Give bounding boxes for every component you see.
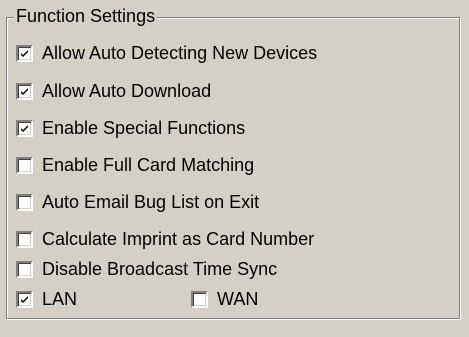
checkbox[interactable] bbox=[16, 82, 33, 100]
checkbox[interactable] bbox=[16, 119, 33, 137]
option-label: Auto Email Bug List on Exit bbox=[42, 192, 260, 212]
checkmark-icon bbox=[21, 124, 28, 132]
checkmark-icon bbox=[21, 295, 28, 303]
option-disable-broadcast-time-sync[interactable]: Disable Broadcast Time Sync bbox=[16, 257, 277, 281]
option-allow-auto-download[interactable]: Allow Auto Download bbox=[16, 79, 211, 103]
checkbox[interactable] bbox=[16, 44, 33, 62]
wan-checkbox[interactable] bbox=[191, 290, 208, 308]
option-enable-special-functions[interactable]: Enable Special Functions bbox=[16, 116, 245, 140]
option-calculate-imprint-as-card-number[interactable]: Calculate Imprint as Card Number bbox=[16, 227, 314, 251]
option-label: Disable Broadcast Time Sync bbox=[42, 259, 278, 279]
option-allow-auto-detecting-new-devices[interactable]: Allow Auto Detecting New Devices bbox=[16, 41, 317, 65]
option-wan[interactable]: WAN bbox=[191, 287, 258, 311]
option-label: Enable Special Functions bbox=[42, 118, 246, 138]
checkmark-icon bbox=[21, 87, 28, 95]
option-label: Calculate Imprint as Card Number bbox=[42, 229, 315, 249]
checkbox[interactable] bbox=[16, 193, 33, 211]
option-enable-full-card-matching[interactable]: Enable Full Card Matching bbox=[16, 153, 254, 177]
function-settings-panel: Function Settings Allow Auto Detecting N… bbox=[0, 0, 469, 337]
lan-label: LAN bbox=[42, 289, 78, 309]
wan-label: WAN bbox=[217, 289, 259, 309]
checkbox[interactable] bbox=[16, 260, 33, 278]
checkbox[interactable] bbox=[16, 156, 33, 174]
option-label: Allow Auto Detecting New Devices bbox=[42, 43, 318, 63]
lan-checkbox[interactable] bbox=[16, 290, 33, 308]
checkmark-icon bbox=[21, 49, 28, 57]
option-label: Enable Full Card Matching bbox=[42, 155, 255, 175]
option-label: Allow Auto Download bbox=[42, 81, 212, 101]
groupbox-title: Function Settings bbox=[14, 5, 158, 27]
option-lan[interactable]: LAN bbox=[16, 287, 77, 311]
option-auto-email-bug-list-on-exit[interactable]: Auto Email Bug List on Exit bbox=[16, 190, 259, 214]
checkbox[interactable] bbox=[16, 230, 33, 248]
